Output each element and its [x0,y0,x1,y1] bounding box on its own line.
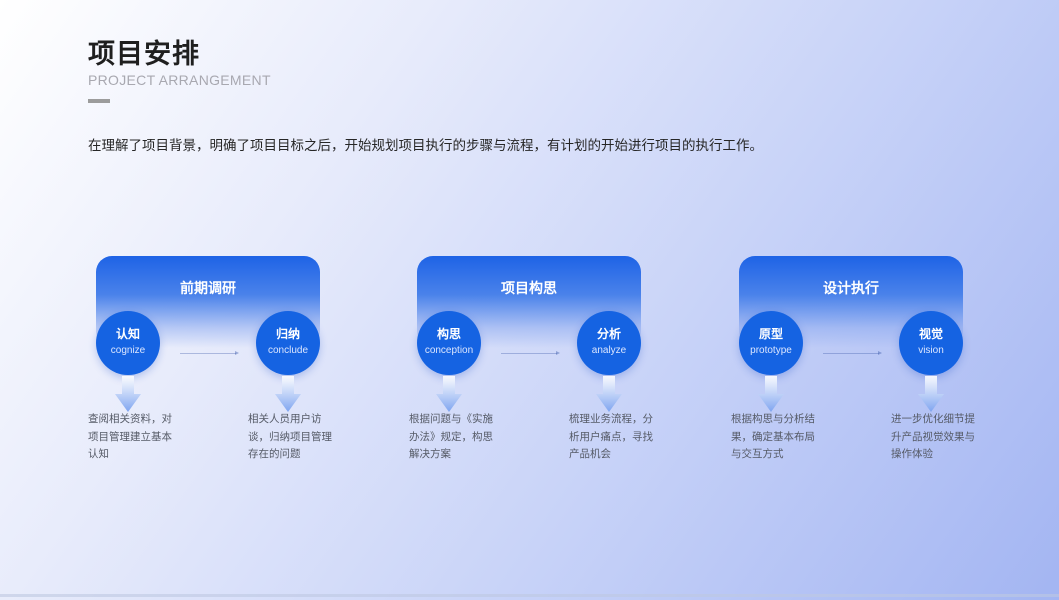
step-description: 根据问题与《实施办法》规定，构思解决方案 [409,413,493,460]
down-arrow-icon [436,376,462,412]
step-english: analyze [591,345,627,356]
step-circle-vision: 视觉 vision [899,311,963,375]
step-circle-analyze: 分析 analyze [577,311,641,375]
phase-label: 设计执行 [823,281,879,297]
down-arrow-icon [115,376,141,412]
step-title: 分析 [596,327,621,341]
step-title: 归纳 [275,327,300,341]
step-english: prototype [750,345,792,356]
step-english: conclude [267,345,309,356]
step-circle-conclude: 归纳 conclude [256,311,320,375]
down-arrow-icon [918,376,944,412]
connector-arrow [823,351,882,355]
step-description: 根据构思与分析结果，确定基本布局与交互方式 [731,413,815,460]
step-title: 视觉 [918,327,943,341]
bottom-divider [0,594,1059,597]
step-english: cognize [110,345,146,356]
title-underline [88,99,110,103]
connector-arrow [180,351,239,355]
connector-arrow [501,351,560,355]
phase-label: 项目构思 [501,281,557,297]
page-title: 项目安排 [88,39,200,70]
page-subtitle: PROJECT ARRANGEMENT [88,72,271,88]
step-title: 认知 [115,327,140,341]
step-description: 进一步优化细节提升产品视觉效果与操作体验 [891,413,975,460]
phase-research: 前期调研 认知 cognize 归纳 conclude 查阅相关资料，对项目管理… [88,256,380,476]
down-arrow-icon [596,376,622,412]
step-title: 原型 [758,327,783,341]
step-circle-conception: 构思 conception [417,311,481,375]
down-arrow-icon [275,376,301,412]
step-description: 相关人员用户访谈，归纳项目管理存在的问题 [248,413,332,460]
step-english: vision [918,345,944,356]
step-title: 构思 [436,327,461,341]
step-english: conception [424,345,474,356]
step-circle-cognize: 认知 cognize [96,311,160,375]
slide: 项目安排 PROJECT ARRANGEMENT 在理解了项目背景，明确了项目目… [0,0,1059,600]
step-description: 查阅相关资料，对项目管理建立基本认知 [88,413,172,460]
phase-conception: 项目构思 构思 conception 分析 analyze 根据问题与《实施办法… [409,256,701,476]
step-description: 梳理业务流程，分析用户痛点，寻找产品机会 [569,413,653,460]
down-arrow-icon [758,376,784,412]
phase-design: 设计执行 原型 prototype 视觉 vision 根据构思与分析结果，确定… [731,256,1023,476]
phase-label: 前期调研 [180,281,236,297]
step-circle-prototype: 原型 prototype [739,311,803,375]
intro-text: 在理解了项目背景，明确了项目目标之后，开始规划项目执行的步骤与流程，有计划的开始… [88,138,763,154]
